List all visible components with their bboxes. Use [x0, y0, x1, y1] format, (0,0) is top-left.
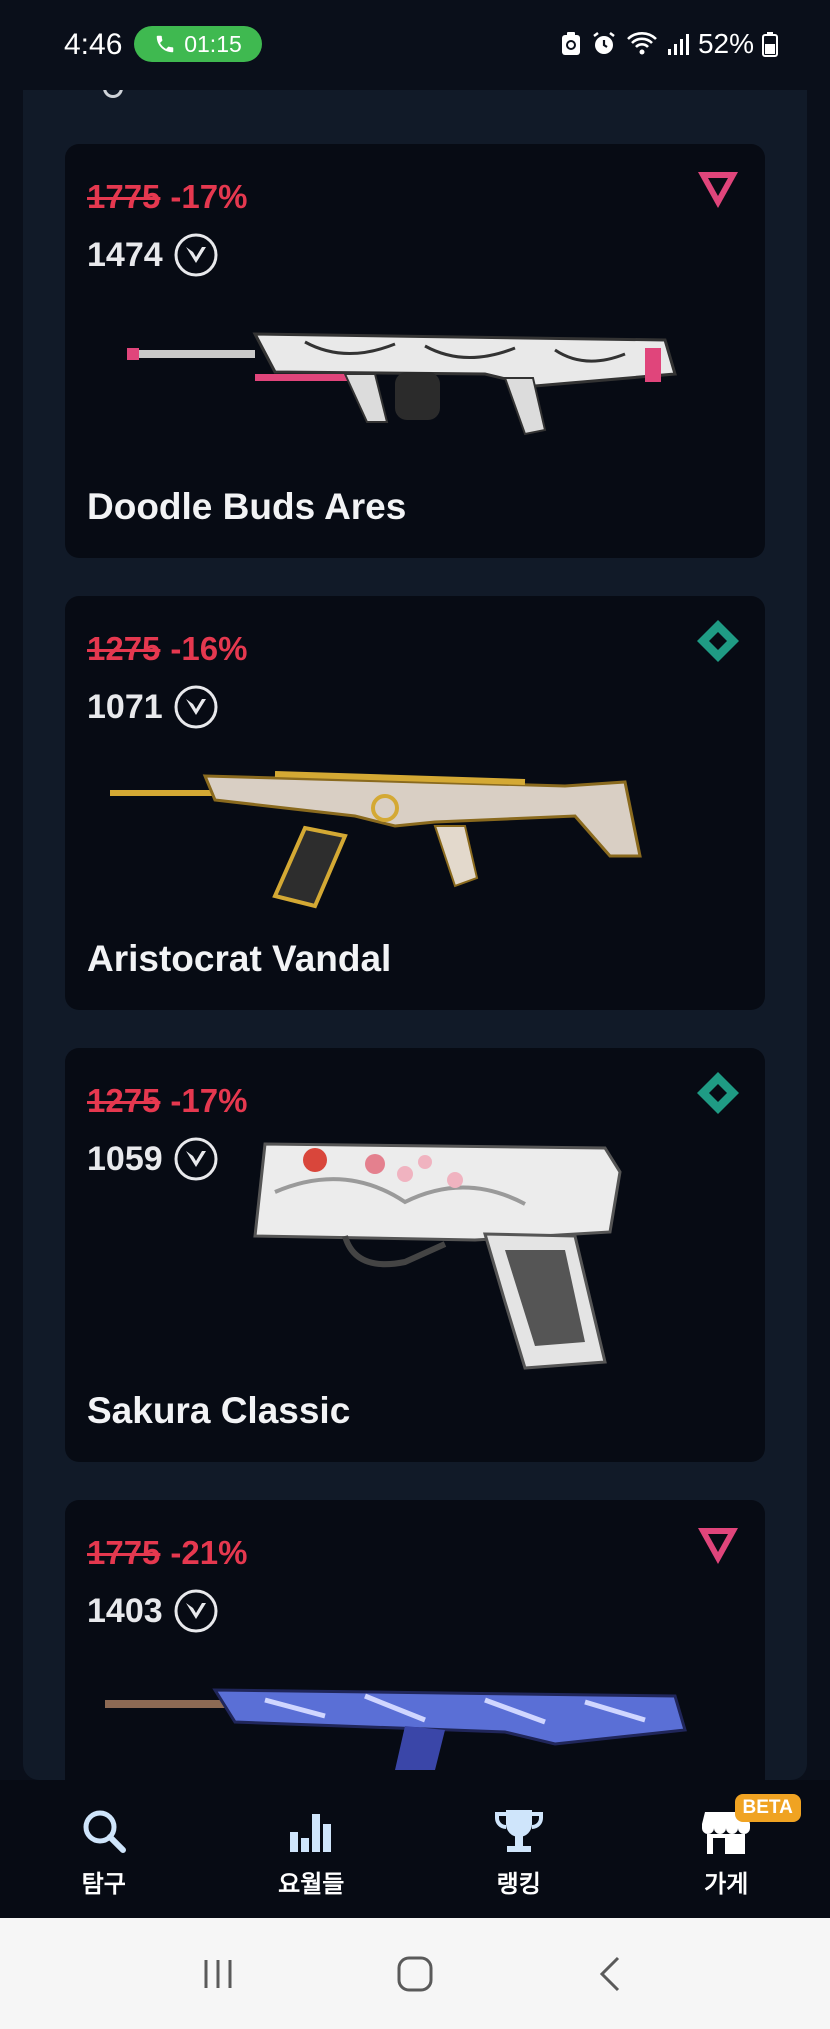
recent-apps-icon[interactable] [196, 1952, 240, 1996]
status-bar: 4:46 01:15 52% [0, 0, 830, 90]
discount-percent: -21% [170, 1534, 248, 1571]
discount-row: 1275 -17% [87, 1082, 247, 1120]
original-price: 1775 [87, 178, 161, 215]
nav-explore[interactable]: 탐구 [0, 1780, 208, 1918]
home-icon[interactable] [393, 1952, 437, 1996]
bar-chart-icon [290, 1814, 332, 1852]
previous-card-edge [103, 90, 123, 98]
offer-card[interactable]: 1775 -17% 1474 Doodle Buds Ares [65, 144, 765, 558]
status-icons: 52% [560, 28, 778, 60]
nav-store[interactable]: BETA 가게 [623, 1780, 830, 1918]
select-tier-icon [697, 1072, 739, 1114]
weapon-skin-image [105, 1688, 687, 1770]
current-price-row: 1403 [87, 1588, 219, 1634]
phone-icon [156, 35, 174, 53]
nav-stats-label: 요월들 [278, 1871, 345, 1898]
nav-store-label: 가게 [704, 1871, 749, 1898]
call-timer: 01:15 [184, 30, 242, 57]
nav-ranking-label: 랭킹 [496, 1871, 541, 1898]
nav-stats[interactable]: 요월들 [208, 1780, 416, 1918]
original-price: 1275 [87, 1082, 161, 1119]
wifi-icon [627, 32, 657, 55]
bottom-navigation: 탐구 요월들 랭킹 BETA 가게 [0, 1780, 830, 1918]
battery-icon [762, 32, 778, 57]
status-time: 4:46 [64, 28, 123, 61]
store-offers-list[interactable]: 1775 -17% 1474 Doodle Buds Ares 1275 -16… [23, 90, 807, 1780]
valorant-points-icon [174, 1589, 218, 1633]
original-price: 1775 [87, 1534, 161, 1571]
back-icon[interactable] [590, 1952, 634, 1996]
valorant-points-icon [174, 233, 218, 277]
skin-name: Sakura Classic [87, 1390, 351, 1431]
nav-ranking[interactable]: 랭킹 [415, 1780, 623, 1918]
doodle-buds-ares-image [127, 332, 677, 436]
alarm-icon [593, 32, 615, 54]
system-navigation-bar [0, 1918, 830, 2029]
offer-card[interactable]: 1275 -17% 1059 Sakura Classic [65, 1048, 765, 1462]
current-price: 1403 [87, 1591, 163, 1630]
offer-card[interactable]: 1775 -21% 1403 [65, 1500, 765, 1780]
trophy-icon [494, 1810, 543, 1852]
valorant-points-icon [174, 685, 218, 729]
signal-icon [667, 34, 689, 55]
discount-row: 1275 -16% [87, 630, 247, 668]
discount-row: 1775 -21% [87, 1534, 247, 1572]
skin-name: Aristocrat Vandal [87, 938, 392, 979]
offer-card[interactable]: 1275 -16% 1071 Aristocrat Vandal [65, 596, 765, 1010]
nav-explore-label: 탐구 [81, 1871, 126, 1898]
current-price: 1474 [87, 235, 163, 274]
sakura-classic-image [253, 1142, 622, 1370]
discount-percent: -16% [170, 630, 248, 667]
ongoing-call-pill[interactable]: 01:15 [134, 26, 262, 62]
exclusive-tier-icon [698, 1528, 738, 1564]
discount-percent: -17% [170, 1082, 248, 1119]
current-price-row: 1071 [87, 684, 219, 730]
beta-badge: BETA [734, 1794, 801, 1822]
current-price-row: 1474 [87, 232, 219, 278]
battery-saver-icon [561, 32, 580, 55]
aristocrat-vandal-image [110, 771, 642, 909]
discount-row: 1775 -17% [87, 178, 247, 216]
discount-percent: -17% [170, 178, 248, 215]
exclusive-tier-icon [698, 172, 738, 208]
search-icon [83, 1810, 126, 1853]
select-tier-icon [697, 620, 739, 662]
battery-percent: 52% [697, 28, 754, 59]
current-price: 1071 [87, 687, 163, 726]
original-price: 1275 [87, 630, 161, 667]
skin-name: Doodle Buds Ares [87, 486, 407, 527]
